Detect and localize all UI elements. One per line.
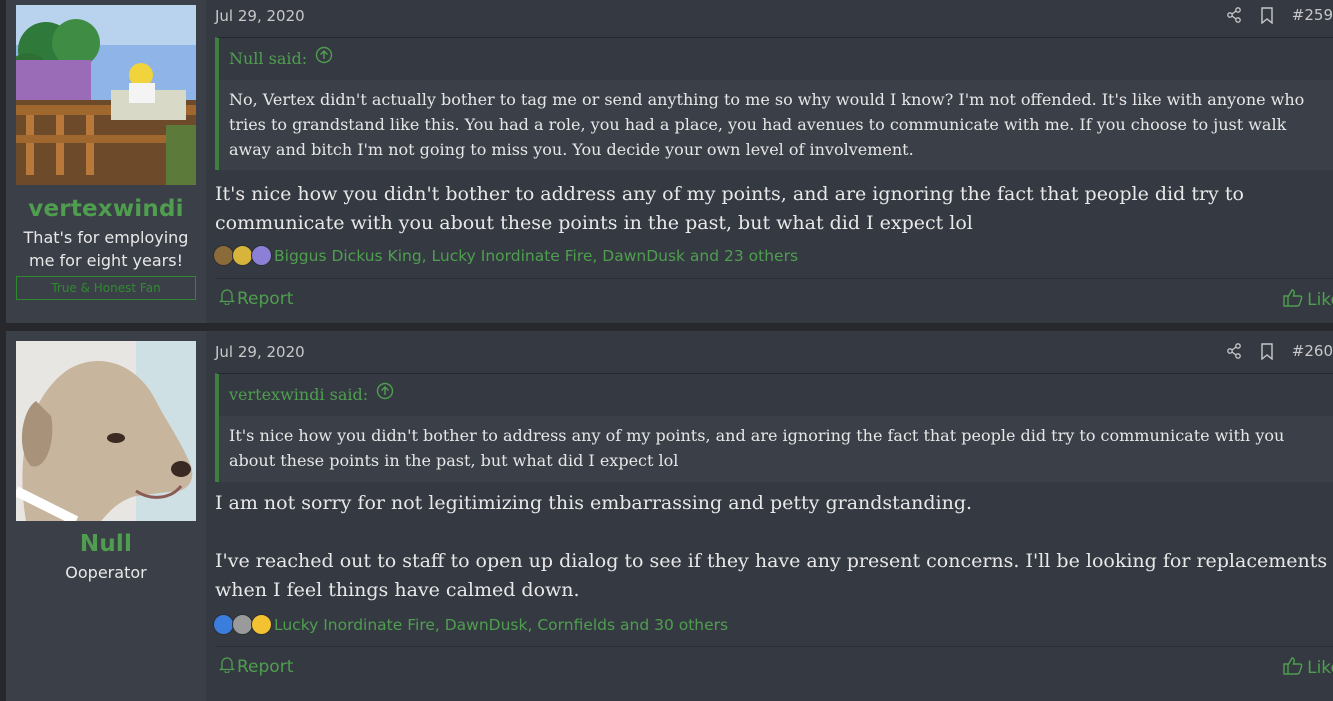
report-label: Report xyxy=(237,289,294,309)
reaction-icon xyxy=(232,245,253,266)
reaction-icon xyxy=(251,245,272,266)
share-icon[interactable] xyxy=(1226,343,1242,359)
user-sidebar: vertexwindi That's for employing me for … xyxy=(6,0,206,323)
bell-icon xyxy=(218,656,236,678)
avatar-image xyxy=(16,5,196,185)
reaction-icon xyxy=(213,245,234,266)
quote-text: No, Vertex didn't actually bother to tag… xyxy=(229,90,1305,159)
post-number[interactable]: #259 xyxy=(1292,6,1333,24)
post-message: I am not sorry for not legitimizing this… xyxy=(215,489,1329,605)
post-footer: Report Like xyxy=(215,646,1333,687)
bookmark-icon[interactable] xyxy=(1260,342,1274,360)
thumbs-up-icon xyxy=(1283,656,1303,680)
user-title: Ooperator xyxy=(65,563,147,582)
post-number[interactable]: #260 xyxy=(1292,342,1333,360)
reaction-icons xyxy=(213,245,272,266)
post: vertexwindi That's for employing me for … xyxy=(6,0,1333,323)
post-actions: #260 xyxy=(1226,342,1333,360)
post: Null Ooperator Jul 29, 2020 #260 vertexw… xyxy=(6,331,1333,701)
post-date[interactable]: Jul 29, 2020 xyxy=(215,7,305,25)
reactions-bar[interactable]: Biggus Dickus King, Lucky Inordinate Fir… xyxy=(213,245,798,266)
report-button[interactable]: Report xyxy=(218,288,294,310)
reaction-icon xyxy=(251,614,272,635)
username[interactable]: Null xyxy=(6,531,206,557)
username[interactable]: vertexwindi xyxy=(6,196,206,222)
reaction-icon xyxy=(232,614,253,635)
post-main: Jul 29, 2020 #260 vertexwindi said: It's… xyxy=(206,331,1333,701)
post-footer: Report Like xyxy=(215,278,1333,319)
bell-icon xyxy=(218,288,236,310)
user-title: That's for employing me for eight years! xyxy=(23,228,189,270)
user-sidebar: Null Ooperator xyxy=(6,331,206,701)
quote-header: vertexwindi said: xyxy=(219,374,1333,416)
message-paragraph: I've reached out to staff to open up dia… xyxy=(215,550,1328,601)
reaction-icon xyxy=(213,614,234,635)
like-button[interactable]: Like xyxy=(1283,656,1333,680)
avatar[interactable] xyxy=(16,341,196,521)
like-label: Like xyxy=(1307,290,1333,310)
avatar-image xyxy=(16,341,196,521)
like-label: Like xyxy=(1307,658,1333,678)
post-message: It's nice how you didn't bother to addre… xyxy=(215,180,1329,238)
quote-author[interactable]: vertexwindi said: xyxy=(229,374,368,416)
reaction-icons xyxy=(213,614,272,635)
quote-author[interactable]: Null said: xyxy=(229,38,307,80)
user-banner: True & Honest Fan xyxy=(16,276,196,300)
reaction-users[interactable]: Lucky Inordinate Fire, DawnDusk, Cornfie… xyxy=(274,616,728,634)
report-button[interactable]: Report xyxy=(218,656,294,678)
like-button[interactable]: Like xyxy=(1283,288,1333,312)
arrow-up-circle-icon[interactable] xyxy=(315,38,333,80)
quote-header: Null said: xyxy=(219,38,1333,80)
reaction-users[interactable]: Biggus Dickus King, Lucky Inordinate Fir… xyxy=(274,247,798,265)
quote-block: vertexwindi said: It's nice how you didn… xyxy=(215,373,1333,482)
report-label: Report xyxy=(237,657,294,677)
quote-text: It's nice how you didn't bother to addre… xyxy=(229,426,1285,470)
message-paragraph: It's nice how you didn't bother to addre… xyxy=(215,183,1244,234)
quote-block: Null said: No, Vertex didn't actually bo… xyxy=(215,37,1333,170)
post-main: Jul 29, 2020 #259 Null said: No, Vertex … xyxy=(206,0,1333,323)
post-actions: #259 xyxy=(1226,6,1333,24)
bookmark-icon[interactable] xyxy=(1260,6,1274,24)
message-paragraph: I am not sorry for not legitimizing this… xyxy=(215,492,973,514)
arrow-up-circle-icon[interactable] xyxy=(376,374,394,416)
thumbs-up-icon xyxy=(1283,288,1303,312)
post-date[interactable]: Jul 29, 2020 xyxy=(215,343,305,361)
share-icon[interactable] xyxy=(1226,7,1242,23)
reactions-bar[interactable]: Lucky Inordinate Fire, DawnDusk, Cornfie… xyxy=(213,614,728,635)
avatar[interactable] xyxy=(16,5,196,185)
